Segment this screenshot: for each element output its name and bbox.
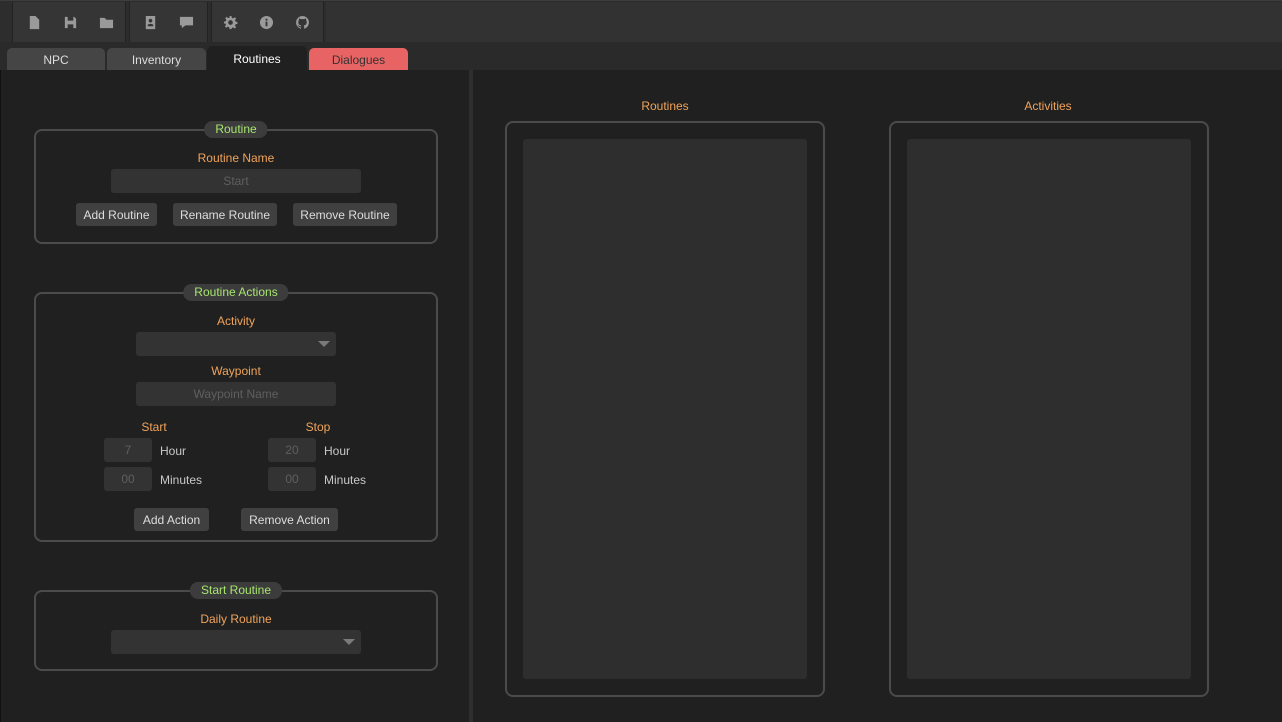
toolbar-spacer	[326, 2, 1282, 43]
file-toolbar-group	[12, 2, 126, 43]
start-hour-input[interactable]: 7	[104, 438, 152, 462]
activities-list-frame	[889, 121, 1209, 697]
routine-editor-panel: Routine Routine Name Start Add Routine R…	[0, 70, 469, 722]
routines-list-frame	[505, 121, 825, 697]
tab-bar: NPC Inventory Routines Dialogues	[0, 42, 1282, 72]
stop-minutes-label: Minutes	[324, 473, 367, 487]
new-file-icon[interactable]	[16, 5, 52, 41]
stop-hour-input[interactable]: 20	[268, 438, 316, 462]
activities-list[interactable]	[907, 139, 1191, 679]
routine-name-input[interactable]: Start	[111, 169, 361, 193]
tab-routines[interactable]: Routines	[207, 46, 307, 72]
activity-label: Activity	[216, 314, 256, 328]
start-routine-group: Start Routine Daily Routine	[34, 582, 438, 671]
chevron-down-icon	[343, 639, 355, 645]
routine-actions-group: Routine Actions Activity Waypoint Waypoi…	[34, 284, 438, 542]
info-icon[interactable]	[248, 5, 284, 41]
remove-action-button[interactable]: Remove Action	[241, 508, 338, 531]
add-action-button[interactable]: Add Action	[134, 508, 209, 531]
routine-name-label: Routine Name	[197, 151, 275, 165]
lists-panel: Routines Activities	[473, 70, 1282, 722]
routines-list-title: Routines	[641, 99, 689, 113]
start-minutes-input[interactable]: 00	[104, 467, 152, 491]
open-folder-icon[interactable]	[88, 5, 124, 41]
start-routine-title: Start Routine	[189, 582, 283, 599]
github-icon[interactable]	[284, 5, 320, 41]
settings-toolbar-group	[211, 2, 324, 43]
daily-routine-dropdown[interactable]	[111, 630, 361, 654]
waypoint-label: Waypoint	[211, 364, 261, 378]
waypoint-name-input[interactable]: Waypoint Name	[136, 382, 336, 406]
routines-list[interactable]	[523, 139, 807, 679]
tab-inventory[interactable]: Inventory	[107, 48, 206, 71]
gear-icon[interactable]	[212, 5, 248, 41]
npc-toolbar-group	[129, 2, 208, 43]
tab-dialogues[interactable]: Dialogues	[309, 48, 408, 71]
daily-routine-label: Daily Routine	[200, 612, 272, 626]
stop-minutes-input[interactable]: 00	[268, 467, 316, 491]
routine-group-title: Routine	[204, 121, 268, 138]
save-icon[interactable]	[52, 5, 88, 41]
remove-routine-button[interactable]: Remove Routine	[293, 203, 397, 226]
comment-icon[interactable]	[168, 5, 204, 41]
start-time-label: Start	[141, 420, 167, 434]
chevron-down-icon	[318, 341, 330, 347]
add-routine-button[interactable]: Add Routine	[76, 203, 157, 226]
rename-routine-button[interactable]: Rename Routine	[173, 203, 277, 226]
contact-card-icon[interactable]	[132, 5, 168, 41]
start-minutes-label: Minutes	[160, 473, 203, 487]
tab-npc[interactable]: NPC	[7, 48, 105, 71]
start-hour-label: Hour	[160, 444, 187, 458]
stop-hour-label: Hour	[324, 444, 351, 458]
routine-group: Routine Routine Name Start Add Routine R…	[34, 121, 438, 244]
toolbar	[0, 0, 1282, 43]
activity-dropdown[interactable]	[136, 332, 336, 356]
stop-time-label: Stop	[305, 420, 331, 434]
routine-actions-title: Routine Actions	[183, 284, 289, 301]
activities-list-title: Activities	[1024, 99, 1072, 113]
